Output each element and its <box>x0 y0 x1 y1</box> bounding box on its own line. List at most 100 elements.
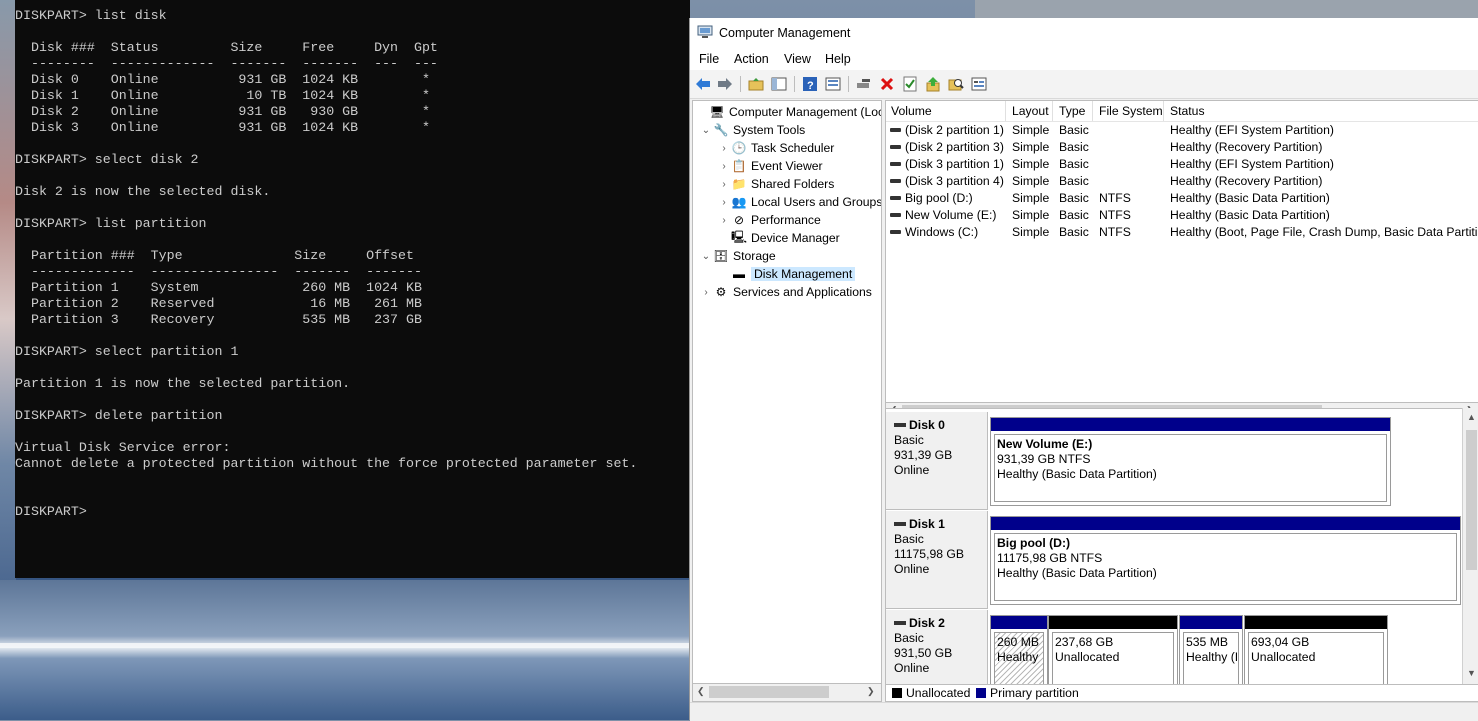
cell-layout: Simple <box>1012 191 1050 205</box>
scroll-right-icon[interactable]: ❯ <box>867 686 875 697</box>
disk-info[interactable]: Disk 2 Basic 931,50 GB Online <box>886 610 988 685</box>
column-status[interactable]: Status <box>1170 104 1205 118</box>
tree-item-services-and-applications[interactable]: › ⚙ Services and Applications <box>699 283 872 301</box>
scroll-left-icon[interactable]: ❮ <box>697 686 705 697</box>
volume-row[interactable]: Windows (C:) Simple Basic NTFS Healthy (Boot… <box>886 224 1478 241</box>
volume-list: Volume Layout Type File System Status (D… <box>885 100 1478 404</box>
menu-action[interactable]: Action <box>734 52 769 66</box>
volume-row[interactable]: (Disk 2 partition 3) Simple Basic Healthy (… <box>886 139 1478 156</box>
event-viewer-icon: 📋 <box>731 159 747 173</box>
diskpart-console[interactable]: DISKPART> list disk Disk ### Status Size… <box>15 0 690 578</box>
disk-name: Disk 1 <box>894 517 945 531</box>
tree-item-device-manager[interactable]: 🖳 Device Manager <box>717 229 840 247</box>
disk-info[interactable]: Disk 0 Basic 931,39 GB Online <box>886 412 988 510</box>
scrollbar-thumb[interactable] <box>1466 430 1477 570</box>
expand-icon[interactable]: › <box>717 161 731 172</box>
disk-info[interactable]: Disk 1 Basic 11175,98 GB Online <box>886 511 988 609</box>
cell-fs: NTFS <box>1099 208 1131 222</box>
tree-item-storage[interactable]: ⌄ 🗄 Storage <box>699 247 776 265</box>
show-hide-tree-icon[interactable] <box>770 75 788 93</box>
computer-management-app-icon <box>697 25 713 38</box>
column-type[interactable]: Type <box>1059 104 1085 118</box>
cell-volume: (Disk 2 partition 1) <box>905 123 1004 137</box>
partition-block[interactable]: 260 MB Healthy <box>990 615 1048 685</box>
expand-icon[interactable]: › <box>717 215 731 226</box>
tree-item-performance[interactable]: › ⊘ Performance <box>717 211 820 229</box>
menu-help[interactable]: Help <box>825 52 851 66</box>
expand-icon[interactable]: › <box>717 179 731 190</box>
cell-type: Basic <box>1059 208 1089 222</box>
volume-row[interactable]: (Disk 2 partition 1) Simple Basic Healthy (… <box>886 122 1478 139</box>
tree-item-computer-management-local[interactable]: 🖥 Computer Management (Local <box>695 103 881 121</box>
legend-label-primary: Primary partition <box>990 686 1079 700</box>
column-divider[interactable] <box>1005 101 1006 121</box>
partition-block[interactable]: 535 MB Healthy (I <box>1179 615 1243 685</box>
clock-icon: 🕒 <box>731 141 747 155</box>
volume-row[interactable]: Big pool (D:) Simple Basic NTFS Healthy (Bas… <box>886 190 1478 207</box>
partition-block[interactable]: Big pool (D:) 11175,98 GB NTFS Healthy (Ba… <box>990 516 1461 605</box>
toolbar-separator <box>794 76 795 92</box>
menu-view[interactable]: View <box>784 52 811 66</box>
menu-bar: File Action View Help <box>690 48 1478 70</box>
tree-item-label: Services and Applications <box>733 285 872 299</box>
column-divider[interactable] <box>1052 101 1053 121</box>
disk-icon <box>894 621 906 625</box>
partition-color-bar <box>1180 616 1242 629</box>
partition-block[interactable]: New Volume (E:) 931,39 GB NTFS Healthy (Ba… <box>990 417 1391 506</box>
expand-icon[interactable]: › <box>717 197 731 208</box>
connect-drive-icon[interactable] <box>855 75 873 93</box>
device-manager-icon: 🖳 <box>731 229 748 244</box>
scrollbar-thumb[interactable] <box>709 686 829 698</box>
help-icon[interactable]: ? <box>801 75 819 93</box>
properties-icon[interactable] <box>824 75 842 93</box>
title-bar[interactable]: Computer Management <box>690 18 1478 48</box>
forward-icon[interactable] <box>716 75 734 93</box>
find-icon[interactable] <box>947 75 965 93</box>
disk-name: Disk 2 <box>894 616 945 630</box>
svg-text:?: ? <box>807 80 814 92</box>
partition-line2: Unallocated <box>1055 650 1120 664</box>
menu-file[interactable]: File <box>699 52 719 66</box>
expand-icon[interactable]: › <box>699 287 713 298</box>
desktop-wallpaper-bottom <box>0 580 690 720</box>
disk-graphical-view: Disk 0 Basic 931,39 GB Online New Volume (E:… <box>885 408 1478 686</box>
tree-item-system-tools[interactable]: ⌄ 🔧 System Tools <box>699 121 805 139</box>
partition-block[interactable]: 693,04 GB Unallocated <box>1244 615 1388 685</box>
cell-status: Healthy (Recovery Partition) <box>1170 174 1323 188</box>
up-folder-icon[interactable] <box>747 75 765 93</box>
settings-panel-icon[interactable] <box>970 75 988 93</box>
console-output: DISKPART> list disk Disk ### Status Size… <box>15 8 638 519</box>
scroll-down-icon[interactable]: ▼ <box>1467 668 1476 678</box>
expand-icon[interactable]: ⌄ <box>699 251 713 262</box>
delete-icon[interactable] <box>878 75 896 93</box>
disk-view-vertical-scrollbar[interactable]: ▲ ▼ <box>1462 408 1478 684</box>
partition-block[interactable]: 237,68 GB Unallocated <box>1048 615 1178 685</box>
expand-icon[interactable]: ⌄ <box>699 125 713 136</box>
volume-row[interactable]: (Disk 3 partition 4) Simple Basic Healthy (… <box>886 173 1478 190</box>
column-volume[interactable]: Volume <box>891 104 932 118</box>
cell-type: Basic <box>1059 123 1089 137</box>
scroll-up-icon[interactable]: ▲ <box>1467 412 1476 422</box>
tree-item-local-users-and-groups[interactable]: › 👥 Local Users and Groups <box>717 193 881 211</box>
partition-color-bar <box>991 418 1390 431</box>
tree-item-disk-management[interactable]: ▬ Disk Management <box>717 265 856 283</box>
export-list-icon[interactable] <box>924 75 942 93</box>
disk-state: Online <box>894 463 930 477</box>
tree-item-shared-folders[interactable]: › 📁 Shared Folders <box>717 175 834 193</box>
expand-icon[interactable]: › <box>717 143 731 154</box>
checklist-icon[interactable] <box>901 75 919 93</box>
column-layout[interactable]: Layout <box>1012 104 1049 118</box>
partition-title: 535 MB <box>1186 635 1229 649</box>
disk-name: Disk 0 <box>894 418 945 432</box>
column-divider[interactable] <box>1092 101 1093 121</box>
tree-item-event-viewer[interactable]: › 📋 Event Viewer <box>717 157 822 175</box>
tree-item-task-scheduler[interactable]: › 🕒 Task Scheduler <box>717 139 834 157</box>
tree-horizontal-scrollbar[interactable]: ❮ ❯ <box>692 683 882 702</box>
volume-row[interactable]: New Volume (E:) Simple Basic NTFS Healthy (B… <box>886 207 1478 224</box>
back-icon[interactable] <box>694 75 712 93</box>
toolbar-separator <box>848 76 849 92</box>
column-divider[interactable] <box>1163 101 1164 121</box>
volume-row[interactable]: (Disk 3 partition 1) Simple Basic Healthy (… <box>886 156 1478 173</box>
partition-line2: 11175,98 GB NTFS <box>997 551 1103 565</box>
column-file-system[interactable]: File System <box>1099 104 1163 118</box>
